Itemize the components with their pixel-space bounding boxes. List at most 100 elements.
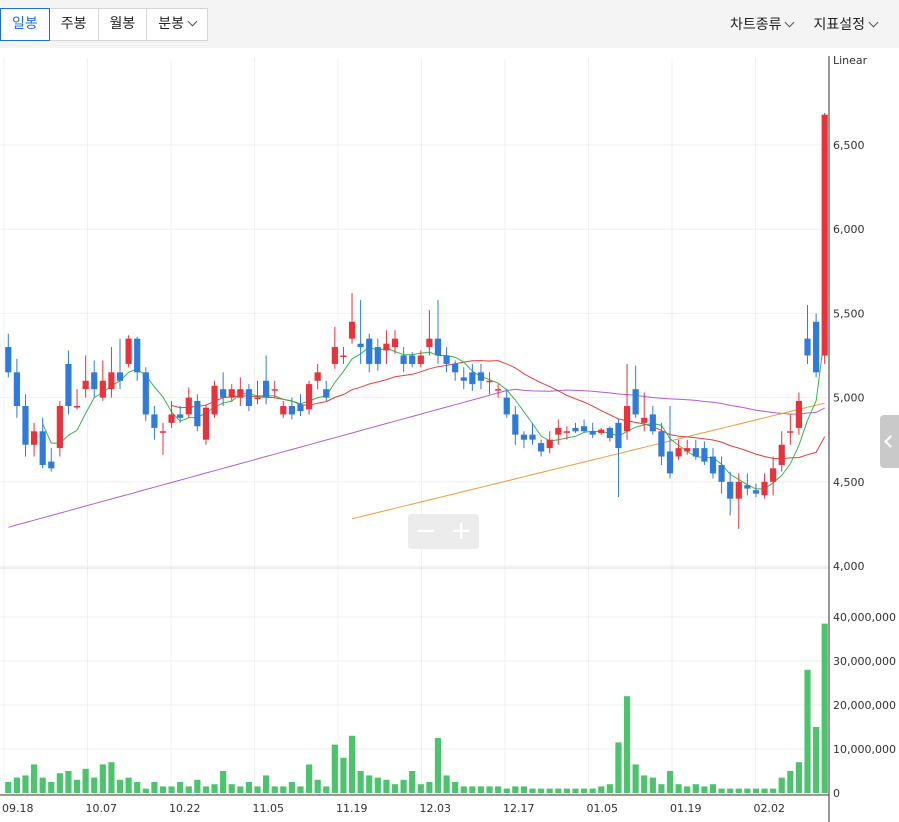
y-tick-label: 4,500	[833, 476, 865, 489]
volume-bar	[237, 786, 244, 793]
volume-bar	[288, 782, 295, 793]
volume-bar	[443, 775, 450, 793]
volume-bar	[366, 775, 373, 793]
indicator-settings-label: 지표설정	[813, 17, 865, 33]
candle	[813, 321, 820, 373]
volume-bar	[263, 775, 270, 793]
x-tick-label: 01.05	[587, 802, 619, 815]
volume-bar	[348, 735, 356, 793]
chart-type-menu[interactable]: 차트종류	[730, 14, 795, 34]
candle	[641, 417, 648, 423]
period-tab[interactable]: 일봉	[0, 8, 50, 41]
volume-bar	[632, 764, 639, 793]
candle	[606, 427, 613, 439]
volume-bar	[666, 771, 674, 793]
volume-bar	[305, 764, 313, 793]
volume-bar	[495, 786, 502, 793]
volume-tick-label: 10,000,000	[833, 743, 896, 756]
volume-bar	[142, 788, 149, 793]
candle	[159, 431, 167, 433]
candle	[22, 406, 29, 445]
candle	[538, 443, 545, 452]
zoom-in-button[interactable]: +	[444, 514, 480, 549]
candle	[271, 389, 278, 391]
candle	[735, 481, 742, 499]
candle	[263, 380, 270, 398]
indicator-settings-menu[interactable]: 지표설정	[813, 14, 879, 34]
volume-tick-label: 30,000,000	[833, 655, 896, 668]
volume-bar	[383, 779, 390, 793]
volume-bar	[675, 784, 682, 793]
candle	[13, 372, 20, 407]
volume-bar	[692, 784, 699, 793]
candle	[125, 338, 132, 364]
candle	[39, 431, 46, 465]
candle	[194, 400, 201, 427]
candle	[237, 389, 244, 398]
volume-bar	[340, 757, 347, 793]
period-tab[interactable]: 분봉	[147, 9, 207, 40]
candle	[185, 397, 192, 415]
candle	[821, 114, 828, 356]
candle	[572, 427, 579, 432]
period-tab-label: 주봉	[60, 16, 87, 32]
candle	[632, 389, 639, 415]
candle	[615, 422, 622, 449]
volume-bar	[151, 782, 158, 793]
volume-bar	[426, 782, 433, 793]
candle	[305, 384, 313, 410]
candle	[202, 407, 210, 440]
candle	[82, 380, 89, 390]
volume-tick-label: 40,000,000	[833, 611, 896, 624]
x-tick-label: 02.02	[754, 802, 786, 815]
volume-bar	[787, 771, 794, 793]
volume-bar	[649, 777, 656, 793]
candle	[228, 389, 235, 398]
ma20-line	[171, 360, 826, 460]
candle	[245, 389, 253, 407]
candle	[297, 404, 304, 412]
volume-bar	[39, 777, 46, 793]
side-panel-toggle[interactable]	[880, 415, 899, 468]
volume-bar	[297, 786, 304, 793]
volume-bar	[709, 784, 717, 793]
period-tab[interactable]: 월봉	[99, 9, 148, 40]
candle	[409, 355, 416, 364]
candle	[142, 372, 149, 415]
candle	[486, 380, 493, 383]
candle	[744, 485, 751, 489]
volume-bar	[159, 786, 167, 793]
candle	[684, 448, 691, 452]
volume-bar	[211, 784, 218, 793]
volume-bar	[202, 786, 210, 793]
period-tab-group: 일봉 주봉 월봉 분봉	[0, 8, 209, 41]
candle	[280, 406, 287, 415]
candle	[340, 355, 347, 357]
candle	[48, 461, 55, 469]
zoom-out-button[interactable]: −	[408, 514, 444, 549]
period-tab-label: 일봉	[12, 16, 38, 32]
volume-bar	[99, 764, 106, 793]
stock-chart[interactable]: Linear 4,000 4,500 5,000 5,500 6,000 6,500 0 10,…	[0, 48, 899, 822]
volume-bar	[735, 788, 742, 793]
candle	[314, 372, 321, 381]
volume-bar	[598, 786, 605, 793]
candle	[580, 426, 588, 432]
volume-bar	[409, 771, 416, 793]
candle	[787, 431, 794, 433]
volume-bar	[452, 782, 459, 793]
volume-bar	[280, 786, 287, 793]
candle	[443, 355, 450, 364]
chevron-down-icon	[187, 16, 198, 27]
volume-bar	[727, 788, 734, 793]
x-tick-label: 09.18	[2, 802, 34, 815]
candle	[598, 429, 605, 433]
volume-bar	[538, 788, 545, 793]
right-menu: 차트종류 지표설정	[730, 14, 879, 34]
candle	[495, 389, 502, 391]
volume-bar	[744, 788, 751, 793]
volume-bar	[477, 786, 485, 793]
candle	[391, 338, 399, 348]
volume-bar	[684, 786, 691, 793]
period-tab[interactable]: 주봉	[50, 9, 99, 40]
